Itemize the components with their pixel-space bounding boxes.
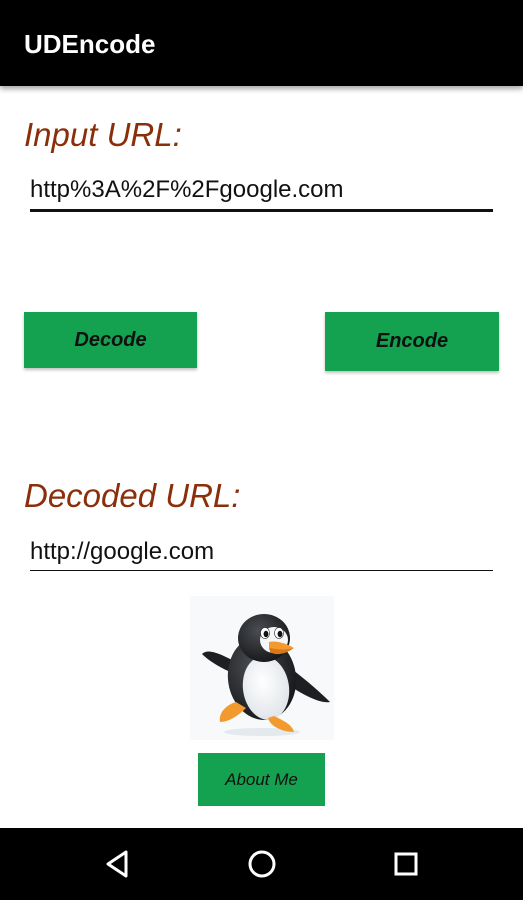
navigation-bar: [0, 828, 523, 900]
about-me-label: About Me: [225, 769, 298, 789]
app-bar: UDEncode: [0, 0, 523, 86]
input-url-underline: [30, 209, 493, 212]
decoded-url-label: Decoded URL:: [24, 477, 241, 514]
recents-square-icon: [394, 852, 418, 876]
back-triangle-icon: [106, 850, 128, 878]
home-circle-icon: [248, 850, 276, 878]
encode-button-label: Encode: [375, 330, 449, 352]
input-url-label: Input URL:: [24, 116, 182, 153]
encode-button[interactable]: Encode: [325, 312, 499, 371]
input-url-value[interactable]: http%3A%2F%2Fgoogle.com: [30, 178, 344, 202]
penguin-image: [190, 596, 334, 740]
decoded-url-underline: [30, 570, 493, 571]
decode-button-label: Decode: [74, 328, 147, 351]
recents-button[interactable]: [376, 828, 436, 900]
input-url-field[interactable]: http%3A%2F%2Fgoogle.com: [30, 178, 493, 214]
back-button[interactable]: [88, 828, 148, 900]
decoded-url-field[interactable]: http://google.com: [30, 540, 493, 574]
app-title: UDEncode: [24, 29, 156, 59]
decoded-url-value[interactable]: http://google.com: [30, 540, 214, 564]
about-me-button[interactable]: About Me: [198, 753, 325, 806]
decode-button[interactable]: Decode: [24, 312, 197, 368]
penguin-icon: [202, 614, 330, 736]
home-button[interactable]: [232, 828, 292, 900]
